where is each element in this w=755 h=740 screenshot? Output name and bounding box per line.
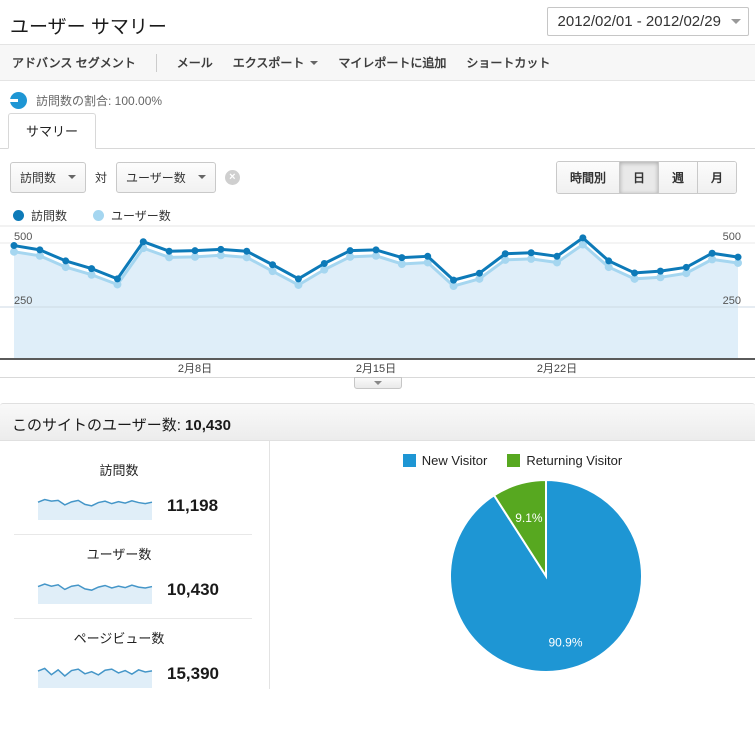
metric-pageviews-value: 15,390 [167, 664, 219, 683]
legend-visits-label: 訪問数 [31, 208, 68, 223]
pageviews-sparkline [37, 667, 153, 688]
legend-item-users: ユーザー数 [93, 207, 171, 224]
date-range-selector[interactable]: 2012/02/01 - 2012/02/29 [546, 7, 749, 36]
metric-visits-label: 訪問数 [99, 463, 139, 478]
metric-visits-value: 11,198 [167, 496, 219, 515]
chart-legend: 訪問数 ユーザー数 [0, 195, 755, 225]
new-visitor-label: New Visitor [421, 452, 488, 468]
pie-legend-returning-visitor: Returning Visitor [507, 453, 622, 468]
svg-text:90.9%: 90.9% [548, 635, 582, 649]
chart-collapse-button[interactable] [353, 377, 402, 389]
granularity-hourly-button[interactable]: 時間別 [556, 161, 619, 193]
chart-controls: 訪問数 対 ユーザー数 × 時間別 日 週 月 [0, 149, 755, 195]
report-toolbar: アドバンス セグメント メール エクスポート マイレポートに追加 ショートカット [0, 44, 755, 81]
returning-visitor-square-icon [507, 453, 521, 467]
svg-text:2月22日: 2月22日 [537, 363, 577, 375]
toolbar-export[interactable]: エクスポート [233, 54, 319, 71]
date-range-text: 2012/02/01 - 2012/02/29 [557, 13, 721, 30]
toolbar-add-to-dashboard[interactable]: マイレポートに追加 [338, 54, 446, 71]
users-series-dot-icon [93, 209, 105, 221]
toolbar-advanced-segments[interactable]: アドバンス セグメント [12, 54, 136, 71]
visits-users-line-chart: 500 500 250 250 2月8日 2月15日 2月22日 [0, 225, 755, 375]
toolbar-email[interactable]: メール [177, 54, 213, 71]
toolbar-shortcut-label: ショートカット [466, 56, 551, 70]
metric-card-visits: 訪問数 11,198 [14, 451, 252, 535]
pie-legend: New Visitor Returning Visitor [270, 449, 755, 471]
overview-body: 訪問数 11,198 ユーザー数 10,430 ページビュー数 15,390 N… [0, 441, 755, 689]
site-users-header: このサイトのユーザー数: 10,430 [0, 403, 755, 441]
svg-text:2月8日: 2月8日 [178, 363, 212, 375]
vs-label: 対 [95, 170, 108, 185]
toolbar-add-to-dashboard-label: マイレポートに追加 [338, 56, 447, 70]
toolbar-shortcut[interactable]: ショートカット [466, 54, 550, 71]
visitor-type-column: New Visitor Returning Visitor 90.9% 9.1% [270, 441, 755, 689]
chevron-down-icon [310, 60, 319, 65]
site-users-label: このサイトのユーザー数: [12, 417, 181, 434]
svg-text:250: 250 [723, 295, 741, 307]
metric-a-select[interactable]: 訪問数 [10, 161, 87, 193]
tab-summary[interactable]: サマリー [8, 113, 97, 149]
page-title: ユーザー サマリー [10, 17, 167, 38]
metric-a-label: 訪問数 [20, 170, 57, 185]
pie-legend-new-visitor: New Visitor [402, 452, 488, 468]
toolbar-advanced-segments-label: アドバンス セグメント [12, 56, 136, 70]
toolbar-email-label: メール [176, 56, 213, 70]
toolbar-divider [155, 53, 157, 72]
toolbar-export-label: エクスポート [232, 56, 305, 70]
metric-card-users: ユーザー数 10,430 [14, 535, 252, 619]
granularity-button-group: 時間別 日 週 月 [555, 160, 737, 194]
chevron-down-icon [68, 175, 77, 179]
svg-text:2月15日: 2月15日 [356, 363, 396, 375]
visitor-type-pie-chart: 90.9% 9.1% [449, 478, 643, 673]
segment-row: 訪問数の割合: 100.00% [0, 81, 755, 118]
svg-text:500: 500 [723, 231, 741, 243]
metric-card-pageviews: ページビュー数 15,390 [14, 619, 252, 702]
svg-text:500: 500 [14, 231, 32, 243]
metric-pageviews-label: ページビュー数 [73, 631, 165, 646]
metric-users-label: ユーザー数 [86, 547, 152, 562]
granularity-day-button[interactable]: 日 [618, 161, 658, 193]
granularity-month-button[interactable]: 月 [696, 161, 736, 193]
returning-visitor-label: Returning Visitor [526, 452, 623, 468]
chevron-down-icon [197, 175, 206, 179]
visits-series-dot-icon [13, 209, 24, 221]
segment-donut-icon [10, 92, 27, 109]
clear-comparison-icon[interactable]: × [224, 169, 240, 185]
report-header: ユーザー サマリー 2012/02/01 - 2012/02/29 [0, 0, 755, 44]
metrics-column: 訪問数 11,198 ユーザー数 10,430 ページビュー数 15,390 [0, 441, 270, 689]
metric-users-value: 10,430 [167, 580, 219, 599]
chevron-down-icon [731, 19, 741, 24]
users-sparkline [37, 583, 153, 604]
legend-users-label: ユーザー数 [111, 208, 171, 223]
legend-item-visits: 訪問数 [13, 207, 67, 224]
svg-text:9.1%: 9.1% [515, 511, 543, 525]
metric-b-label: ユーザー数 [126, 170, 186, 185]
chart-scrub-row [0, 377, 755, 394]
triangle-down-icon [373, 381, 382, 385]
segment-label: 訪問数の割合: 100.00% [36, 94, 163, 108]
new-visitor-square-icon [402, 453, 416, 467]
visits-sparkline [37, 498, 153, 520]
site-users-value: 10,430 [185, 417, 231, 434]
tab-bar: サマリー [0, 113, 755, 149]
granularity-week-button[interactable]: 週 [657, 161, 697, 193]
svg-text:250: 250 [14, 295, 32, 307]
metric-b-select[interactable]: ユーザー数 [116, 161, 216, 193]
